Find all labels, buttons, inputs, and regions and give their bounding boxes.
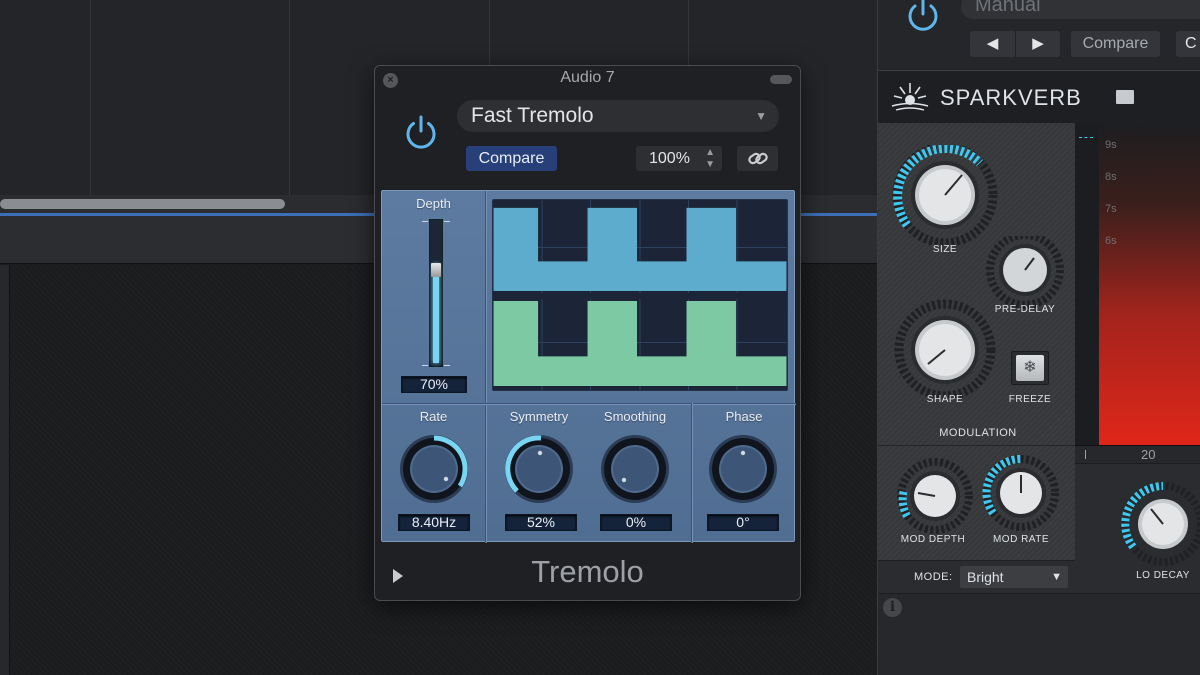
depth-slider-thumb[interactable] — [431, 263, 441, 277]
freeze-button[interactable]: ❄ — [1011, 351, 1049, 385]
smoothing-knob[interactable] — [599, 433, 671, 505]
slider-tick — [422, 221, 428, 222]
compare-button[interactable]: Compare — [1071, 31, 1160, 57]
smoothing-value[interactable]: 0% — [600, 514, 672, 531]
mod-rate-knob[interactable] — [980, 455, 1062, 537]
depth-slider[interactable] — [429, 219, 443, 367]
power-button[interactable] — [905, 0, 941, 36]
depth-label: Depth — [416, 196, 451, 211]
power-button[interactable] — [401, 112, 441, 152]
sparkverb-header: SPARKVERB — [878, 70, 1200, 123]
divider — [382, 403, 796, 404]
tremolo-plugin-window: Audio 7 × Fast Tremolo ▼ Compare 100% ▲ ▼ — [374, 65, 801, 601]
chevron-down-icon: ▼ — [755, 109, 767, 123]
divider — [485, 191, 486, 543]
freeze-label: FREEZE — [1008, 394, 1052, 405]
previous-preset-button[interactable]: ◀ — [970, 31, 1015, 57]
mod-depth-knob[interactable] — [894, 458, 976, 540]
mod-depth-label: MOD DEPTH — [900, 534, 966, 545]
frequency-label: 20 — [1141, 447, 1156, 462]
size-label: SIZE — [932, 244, 958, 255]
arrow-left-icon: ◀ — [986, 35, 999, 52]
close-button[interactable]: × — [383, 73, 398, 88]
preset-menu[interactable]: Manual — [961, 0, 1200, 19]
scale-label: 6s — [1105, 235, 1117, 247]
decay-display: 9s 8s 7s 6s 20 — [1075, 123, 1200, 463]
tremolo-panel: Depth 70% Rate 8.40Hz Symmetry 52% Smoot… — [381, 190, 796, 543]
lo-decay-knob[interactable] — [1118, 481, 1200, 571]
sparkverb-controls: SIZE PRE-DELAY SHAPE ❄ FREEZE MODULATION… — [878, 123, 1075, 593]
power-icon — [908, 0, 938, 31]
decay-controls: LO DECAY — [1075, 463, 1200, 593]
symmetry-knob[interactable] — [503, 433, 575, 505]
info-icon[interactable]: i — [883, 598, 902, 617]
window-title: Audio 7 — [560, 69, 615, 86]
mode-label: MODE: — [914, 571, 953, 583]
mod-rate-label: MOD RATE — [992, 534, 1050, 545]
scale-label: 8s — [1105, 171, 1117, 183]
sparkverb-footer: i — [878, 593, 1200, 675]
depth-value[interactable]: 70% — [401, 376, 467, 393]
plugin-name: Tremolo — [531, 554, 644, 589]
window-zoom-button[interactable] — [770, 75, 792, 84]
phase-label: Phase — [725, 409, 763, 424]
chevron-down-icon: ▼ — [1051, 571, 1062, 583]
shape-knob[interactable] — [890, 298, 1000, 398]
rate-value[interactable]: 8.40Hz — [398, 514, 470, 531]
sparkverb-title: SPARKVERB — [940, 85, 1082, 110]
rate-label: Rate — [419, 409, 448, 424]
axis-tick — [1085, 450, 1086, 459]
slider-tick — [422, 365, 428, 366]
snowflake-icon: ❄ — [1016, 355, 1044, 381]
size-knob[interactable] — [890, 145, 1000, 245]
power-icon — [406, 115, 436, 149]
copy-button[interactable]: C — [1176, 31, 1200, 57]
waveform-display — [492, 199, 788, 391]
scrollbar-thumb[interactable] — [0, 199, 285, 209]
sparkverb-plugin-window: Manual ◀ ▶ Compare C SPARKVERB SIZE PRE-… — [877, 0, 1200, 675]
depth-fill — [433, 264, 439, 363]
zoom-value: 100% — [649, 150, 690, 167]
mode-row: MODE: Bright ▼ — [878, 560, 1075, 593]
scale-label: 7s — [1105, 203, 1117, 215]
shape-label: SHAPE — [926, 394, 964, 405]
modulation-label: MODULATION — [939, 427, 1017, 439]
symmetry-value[interactable]: 52% — [505, 514, 577, 531]
slider-tick — [444, 365, 450, 366]
smoothing-label: Smoothing — [603, 409, 667, 424]
link-icon — [748, 152, 768, 165]
scale-label: 9s — [1105, 139, 1117, 151]
frequency-axis: 20 — [1075, 445, 1200, 463]
grid-line — [90, 0, 91, 195]
phase-knob[interactable] — [707, 433, 779, 505]
grid-line — [289, 0, 290, 195]
sparkverb-logo-icon — [891, 83, 929, 111]
stepper-arrows-icon: ▲ ▼ — [705, 147, 715, 170]
phase-value[interactable]: 0° — [707, 514, 779, 531]
preset-menu[interactable]: Fast Tremolo ▼ — [457, 100, 779, 132]
rate-knob[interactable] — [398, 433, 470, 505]
preset-name: Fast Tremolo — [471, 104, 594, 127]
side-panel-edge — [0, 265, 10, 675]
desktop: Audio 7 × Fast Tremolo ▼ Compare 100% ▲ ▼ — [0, 0, 1200, 675]
mode-value: Bright — [967, 569, 1004, 585]
symmetry-label: Symmetry — [509, 409, 569, 424]
arrow-right-icon: ▶ — [1032, 35, 1044, 52]
mode-select[interactable]: Bright ▼ — [960, 566, 1068, 588]
link-button[interactable] — [737, 146, 778, 171]
compare-button[interactable]: Compare — [466, 146, 557, 171]
folder-icon[interactable] — [1116, 90, 1134, 104]
display-marker — [1079, 137, 1093, 138]
divider — [878, 445, 1075, 446]
lo-decay-label: LO DECAY — [1136, 570, 1190, 581]
next-preset-button[interactable]: ▶ — [1015, 31, 1060, 57]
slider-tick — [444, 221, 450, 222]
zoom-menu[interactable]: 100% ▲ ▼ — [636, 146, 722, 171]
divider — [691, 403, 692, 543]
